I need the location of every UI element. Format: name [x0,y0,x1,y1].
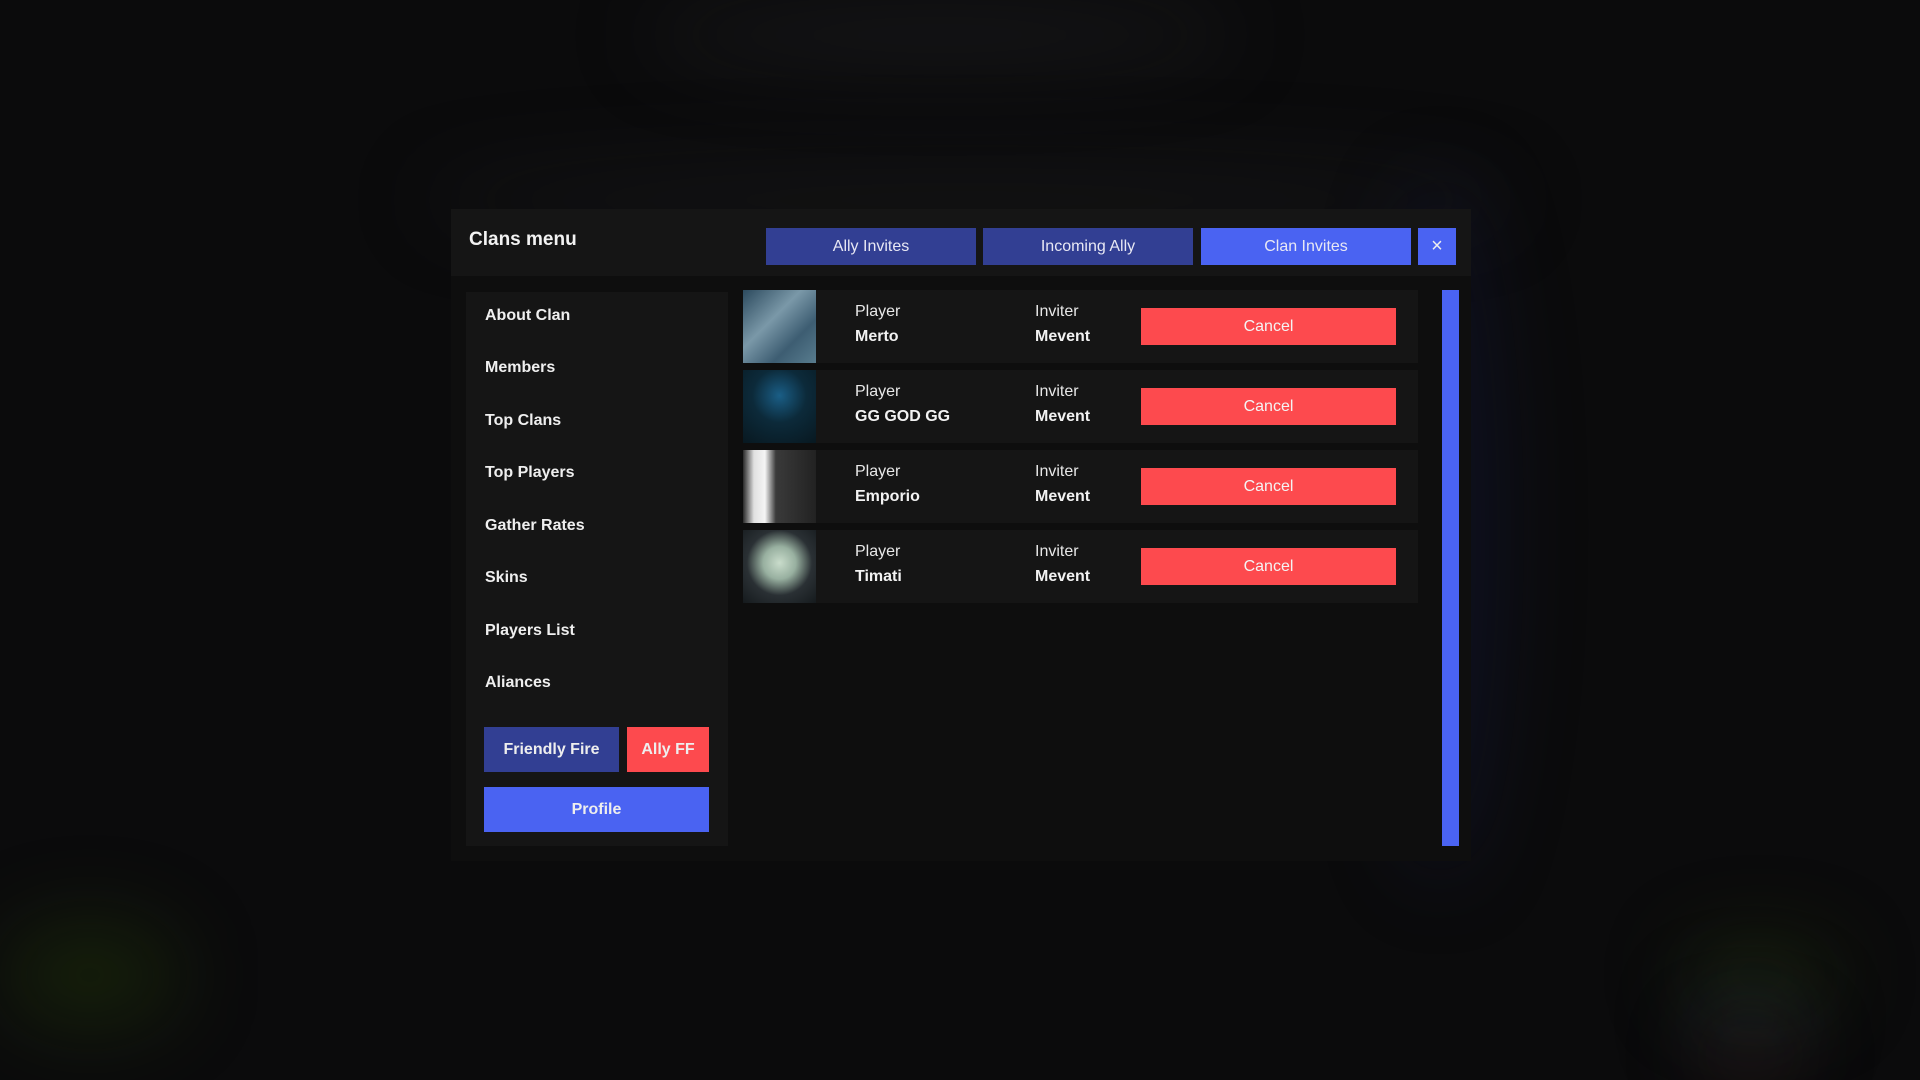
inviter-name: Mevent [1035,408,1091,425]
inviter-name: Mevent [1035,488,1091,505]
player-name: GG GOD GG [855,408,951,425]
modal-header: Clans menu Ally Invites Incoming Ally Cl… [451,209,1471,276]
profile-button[interactable]: Profile [484,787,709,832]
sidebar-item-gather-rates[interactable]: Gather Rates [485,517,585,535]
tab-clan-invites[interactable]: Clan Invites [1201,228,1411,265]
background-blur [1700,1030,1800,1080]
sidebar-item-about-clan[interactable]: About Clan [485,307,570,325]
avatar-icon [743,450,816,523]
player-label: Player [855,303,901,320]
cancel-button[interactable]: Cancel [1141,468,1396,505]
close-icon: × [1431,235,1443,257]
inviter-label: Inviter [1035,463,1079,480]
friendly-fire-button[interactable]: Friendly Fire [484,727,619,772]
inviter-label: Inviter [1035,543,1079,560]
avatar-icon [743,370,816,443]
player-name: Timati [855,568,902,585]
sidebar-item-top-clans[interactable]: Top Clans [485,412,561,430]
clans-menu-modal: Clans menu Ally Invites Incoming Ally Cl… [451,209,1471,861]
tab-ally-invites[interactable]: Ally Invites [766,228,976,265]
inviter-name: Mevent [1035,568,1091,585]
sidebar-item-skins[interactable]: Skins [485,569,528,587]
invite-row: Player Merto Inviter Mevent Cancel [743,290,1418,363]
sidebar-item-members[interactable]: Members [485,359,555,377]
background-blur [640,0,1240,70]
sidebar-item-top-players[interactable]: Top Players [485,464,575,482]
player-name: Merto [855,328,899,345]
sidebar-item-aliances[interactable]: Aliances [485,674,551,692]
inviter-name: Mevent [1035,328,1091,345]
close-button[interactable]: × [1418,228,1456,265]
tab-incoming-ally[interactable]: Incoming Ally [983,228,1193,265]
cancel-button[interactable]: Cancel [1141,388,1396,425]
sidebar: About Clan Members Top Clans Top Players… [466,292,728,846]
ally-ff-button[interactable]: Ally FF [627,727,709,772]
cancel-button[interactable]: Cancel [1141,548,1396,585]
inviter-label: Inviter [1035,383,1079,400]
background-blur [0,920,180,1030]
avatar-icon [743,530,816,603]
player-label: Player [855,383,901,400]
invite-row: Player GG GOD GG Inviter Mevent Cancel [743,370,1418,443]
player-label: Player [855,463,901,480]
inviter-label: Inviter [1035,303,1079,320]
player-label: Player [855,543,901,560]
sidebar-item-players-list[interactable]: Players List [485,622,575,640]
scrollbar[interactable] [1442,290,1459,846]
cancel-button[interactable]: Cancel [1141,308,1396,345]
invite-row: Player Timati Inviter Mevent Cancel [743,530,1418,603]
modal-title: Clans menu [469,229,577,250]
avatar-icon [743,290,816,363]
player-name: Emporio [855,488,920,505]
invite-row: Player Emporio Inviter Mevent Cancel [743,450,1418,523]
